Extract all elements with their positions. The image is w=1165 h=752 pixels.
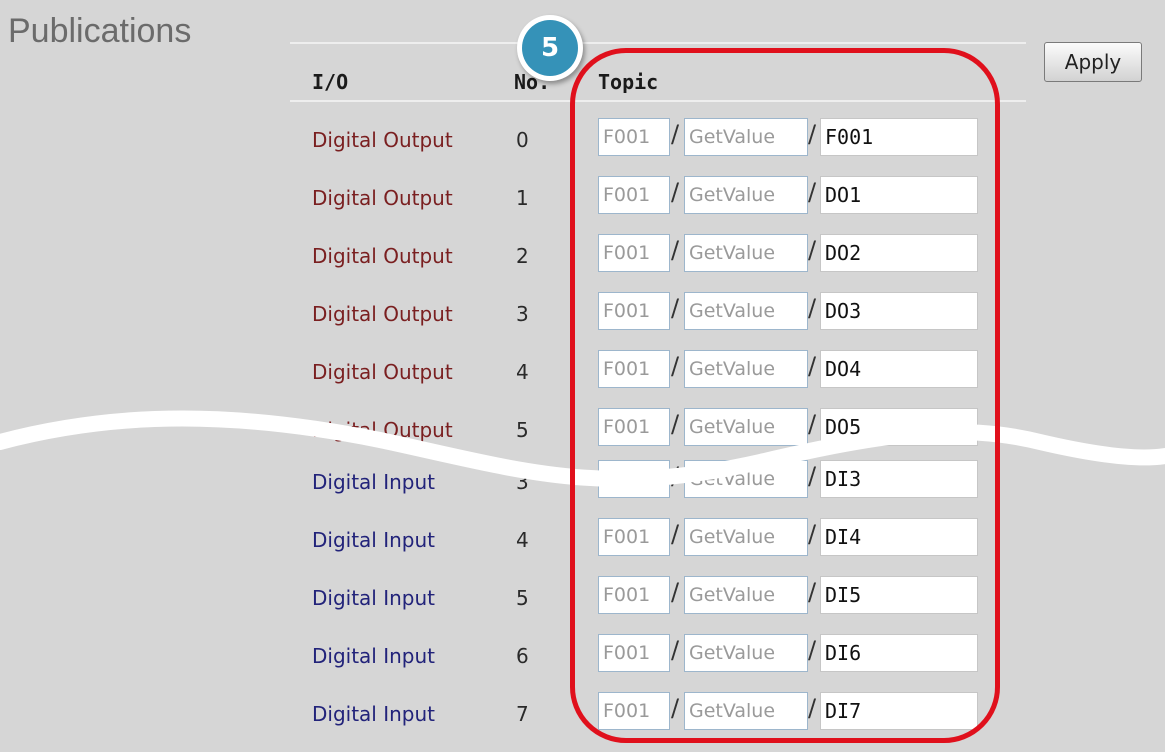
- table-row: Digital Input 6 F001/GetValue / DI6: [0, 634, 1165, 694]
- section-title: Publications: [8, 12, 192, 50]
- io-type-label: Digital Output: [312, 128, 453, 152]
- topic-separator: /: [808, 294, 817, 322]
- step-badge: 5: [517, 15, 583, 81]
- channel-number: 3: [516, 302, 529, 326]
- io-type-label: Digital Input: [312, 586, 436, 610]
- topic-separator: /: [808, 520, 817, 548]
- topic-prefix-field: F001: [598, 350, 670, 388]
- table-row: Digital Output 1 F001/GetValue / DO1: [0, 176, 1165, 236]
- topic-separator: /: [671, 120, 680, 148]
- topic-action-field: GetValue: [684, 634, 808, 672]
- topic-separator: /: [671, 410, 680, 438]
- topic-prefix-field: F001: [598, 460, 670, 498]
- topic-separator: /: [808, 462, 817, 490]
- topic-action-field: GetValue: [684, 350, 808, 388]
- io-type-label: Digital Output: [312, 302, 453, 326]
- io-type-label: Digital Input: [312, 702, 436, 726]
- topic-separator: /: [808, 578, 817, 606]
- table-row: Digital Output 4 F001/GetValue / DO4: [0, 350, 1165, 410]
- table-row: Digital Input 4 F001/GetValue / DI4: [0, 518, 1165, 578]
- topic-prefix-field: F001: [598, 576, 670, 614]
- topic-name-input[interactable]: DI3: [820, 460, 978, 498]
- topic-action-field: GetValue: [684, 576, 808, 614]
- table-row: Digital Output 0 F001/GetValue / F001: [0, 118, 1165, 178]
- topic-separator: /: [671, 352, 680, 380]
- topic-action-field: GetValue: [684, 408, 808, 446]
- topic-name-input[interactable]: DI4: [820, 518, 978, 556]
- topic-name-input[interactable]: DO5: [820, 408, 978, 446]
- divider: [290, 100, 1026, 102]
- io-type-label: Digital Output: [312, 418, 453, 442]
- topic-separator: /: [808, 410, 817, 438]
- topic-action-field: GetValue: [684, 292, 808, 330]
- topic-action-field: GetValue: [684, 460, 808, 498]
- channel-number: 3: [516, 470, 529, 494]
- table-row: Digital Input 5 F001/GetValue / DI5: [0, 576, 1165, 636]
- topic-separator: /: [671, 178, 680, 206]
- topic-separator: /: [808, 694, 817, 722]
- topic-action-field: GetValue: [684, 176, 808, 214]
- topic-action-field: GetValue: [684, 118, 808, 156]
- topic-prefix-field: F001: [598, 118, 670, 156]
- io-type-label: Digital Output: [312, 244, 453, 268]
- topic-prefix-field: F001: [598, 692, 670, 730]
- topic-separator: /: [671, 236, 680, 264]
- topic-prefix-field: F001: [598, 234, 670, 272]
- io-type-label: Digital Input: [312, 528, 436, 552]
- channel-number: 4: [516, 360, 529, 384]
- column-header-io: I/O: [312, 70, 349, 94]
- topic-name-input[interactable]: DO2: [820, 234, 978, 272]
- table-row: Digital Input 3 F001/GetValue / DI3: [0, 460, 1165, 520]
- topic-prefix-field: F001: [598, 292, 670, 330]
- topic-separator: /: [671, 578, 680, 606]
- apply-button[interactable]: Apply: [1044, 42, 1142, 82]
- topic-prefix-field: F001: [598, 176, 670, 214]
- topic-name-input[interactable]: DO4: [820, 350, 978, 388]
- io-type-label: Digital Output: [312, 186, 453, 210]
- table-row: Digital Input 7 F001/GetValue / DI7: [0, 692, 1165, 752]
- topic-action-field: GetValue: [684, 518, 808, 556]
- channel-number: 4: [516, 528, 529, 552]
- divider: [290, 42, 1026, 44]
- topic-separator: /: [808, 178, 817, 206]
- topic-separator: /: [671, 636, 680, 664]
- topic-prefix-field: F001: [598, 408, 670, 446]
- channel-number: 5: [516, 418, 529, 442]
- topic-action-field: GetValue: [684, 234, 808, 272]
- channel-number: 7: [516, 702, 529, 726]
- table-row: Digital Output 2 F001/GetValue / DO2: [0, 234, 1165, 294]
- column-header-topic: Topic: [598, 70, 659, 94]
- channel-number: 0: [516, 128, 529, 152]
- topic-separator: /: [671, 462, 680, 490]
- io-type-label: Digital Input: [312, 644, 436, 668]
- step-badge-number: 5: [522, 20, 578, 76]
- topic-separator: /: [671, 520, 680, 548]
- topic-action-field: GetValue: [684, 692, 808, 730]
- topic-separator: /: [808, 352, 817, 380]
- topic-separator: /: [671, 294, 680, 322]
- topic-name-input[interactable]: DO1: [820, 176, 978, 214]
- channel-number: 1: [516, 186, 529, 210]
- table-row: Digital Output 5 F001/GetValue / DO5: [0, 408, 1165, 468]
- channel-number: 5: [516, 586, 529, 610]
- io-type-label: Digital Input: [312, 470, 436, 494]
- topic-name-input[interactable]: DI7: [820, 692, 978, 730]
- topic-separator: /: [671, 694, 680, 722]
- table-row: Digital Output 3 F001/GetValue / DO3: [0, 292, 1165, 352]
- channel-number: 2: [516, 244, 529, 268]
- topic-name-input[interactable]: DI5: [820, 576, 978, 614]
- topic-prefix-field: F001: [598, 518, 670, 556]
- topic-name-input[interactable]: DI6: [820, 634, 978, 672]
- topic-prefix-field: F001: [598, 634, 670, 672]
- topic-separator: /: [808, 236, 817, 264]
- channel-number: 6: [516, 644, 529, 668]
- topic-name-input[interactable]: DO3: [820, 292, 978, 330]
- topic-name-input[interactable]: F001: [820, 118, 978, 156]
- topic-separator: /: [808, 120, 817, 148]
- topic-separator: /: [808, 636, 817, 664]
- io-type-label: Digital Output: [312, 360, 453, 384]
